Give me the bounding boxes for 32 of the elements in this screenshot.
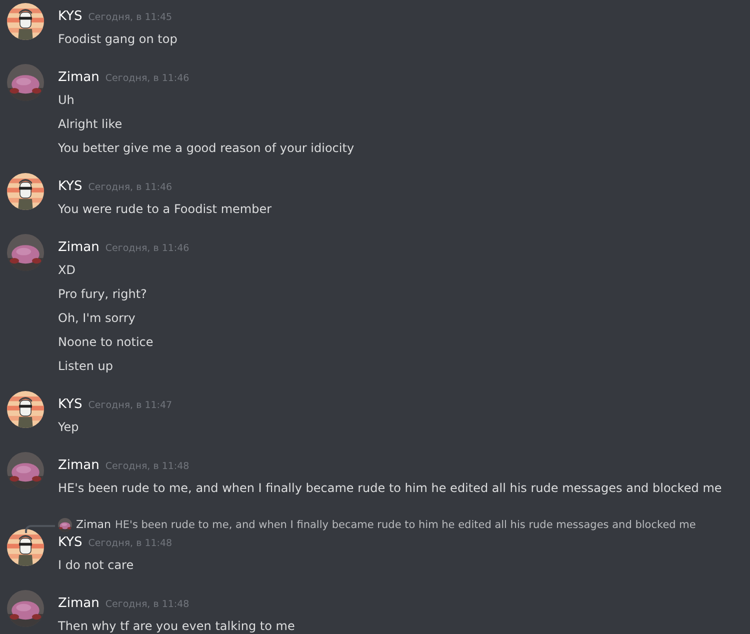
author-name: Ziman	[58, 458, 100, 473]
message-text: Uh	[58, 92, 76, 109]
timestamp: Сегодня, в 11:47	[88, 400, 172, 411]
author-name: Ziman	[58, 596, 100, 611]
reply-text: HE's been rude to me, and when I finally became rude to him he edited all his rude messages and blocked me	[115, 518, 696, 530]
author-name: KYS	[58, 9, 82, 24]
message-text: You better give me a good reason of your idiocity	[58, 140, 354, 157]
message-text: Alright like	[58, 116, 124, 133]
timestamp: Сегодня, в 11:48	[105, 461, 190, 472]
message-text: HE's been rude to me, and when I finally became rude to him he edited all his rude messages and blocked me	[58, 480, 722, 497]
message-text: I do not care	[58, 557, 135, 574]
message-text: Then why tf are you even talking to me	[58, 618, 295, 634]
author-name: KYS	[58, 179, 82, 194]
timestamp: Сегодня, в 11:46	[88, 182, 172, 193]
author-name: KYS	[58, 535, 82, 550]
timestamp: Сегодня, в 11:45	[88, 12, 172, 23]
author-name: KYS	[58, 397, 82, 412]
message-text: Foodist gang on top	[58, 31, 178, 48]
reply-author: Ziman	[76, 518, 112, 531]
timestamp: Сегодня, в 11:46	[105, 243, 190, 254]
message-text: Noone to notice	[58, 334, 154, 351]
message-text: Pro fury, right?	[58, 286, 148, 303]
message-text: Listen up	[58, 358, 114, 375]
timestamp: Сегодня, в 11:48	[105, 599, 190, 610]
message-text: Yep	[58, 419, 80, 436]
message-text: XD	[58, 262, 76, 279]
timestamp: Сегодня, в 11:46	[105, 73, 190, 84]
author-name: Ziman	[58, 240, 100, 255]
timestamp: Сегодня, в 11:48	[88, 538, 172, 549]
message-text: Oh, I'm sorry	[58, 310, 136, 327]
message-text: You were rude to a Foodist member	[58, 201, 272, 218]
author-name: Ziman	[58, 70, 100, 85]
